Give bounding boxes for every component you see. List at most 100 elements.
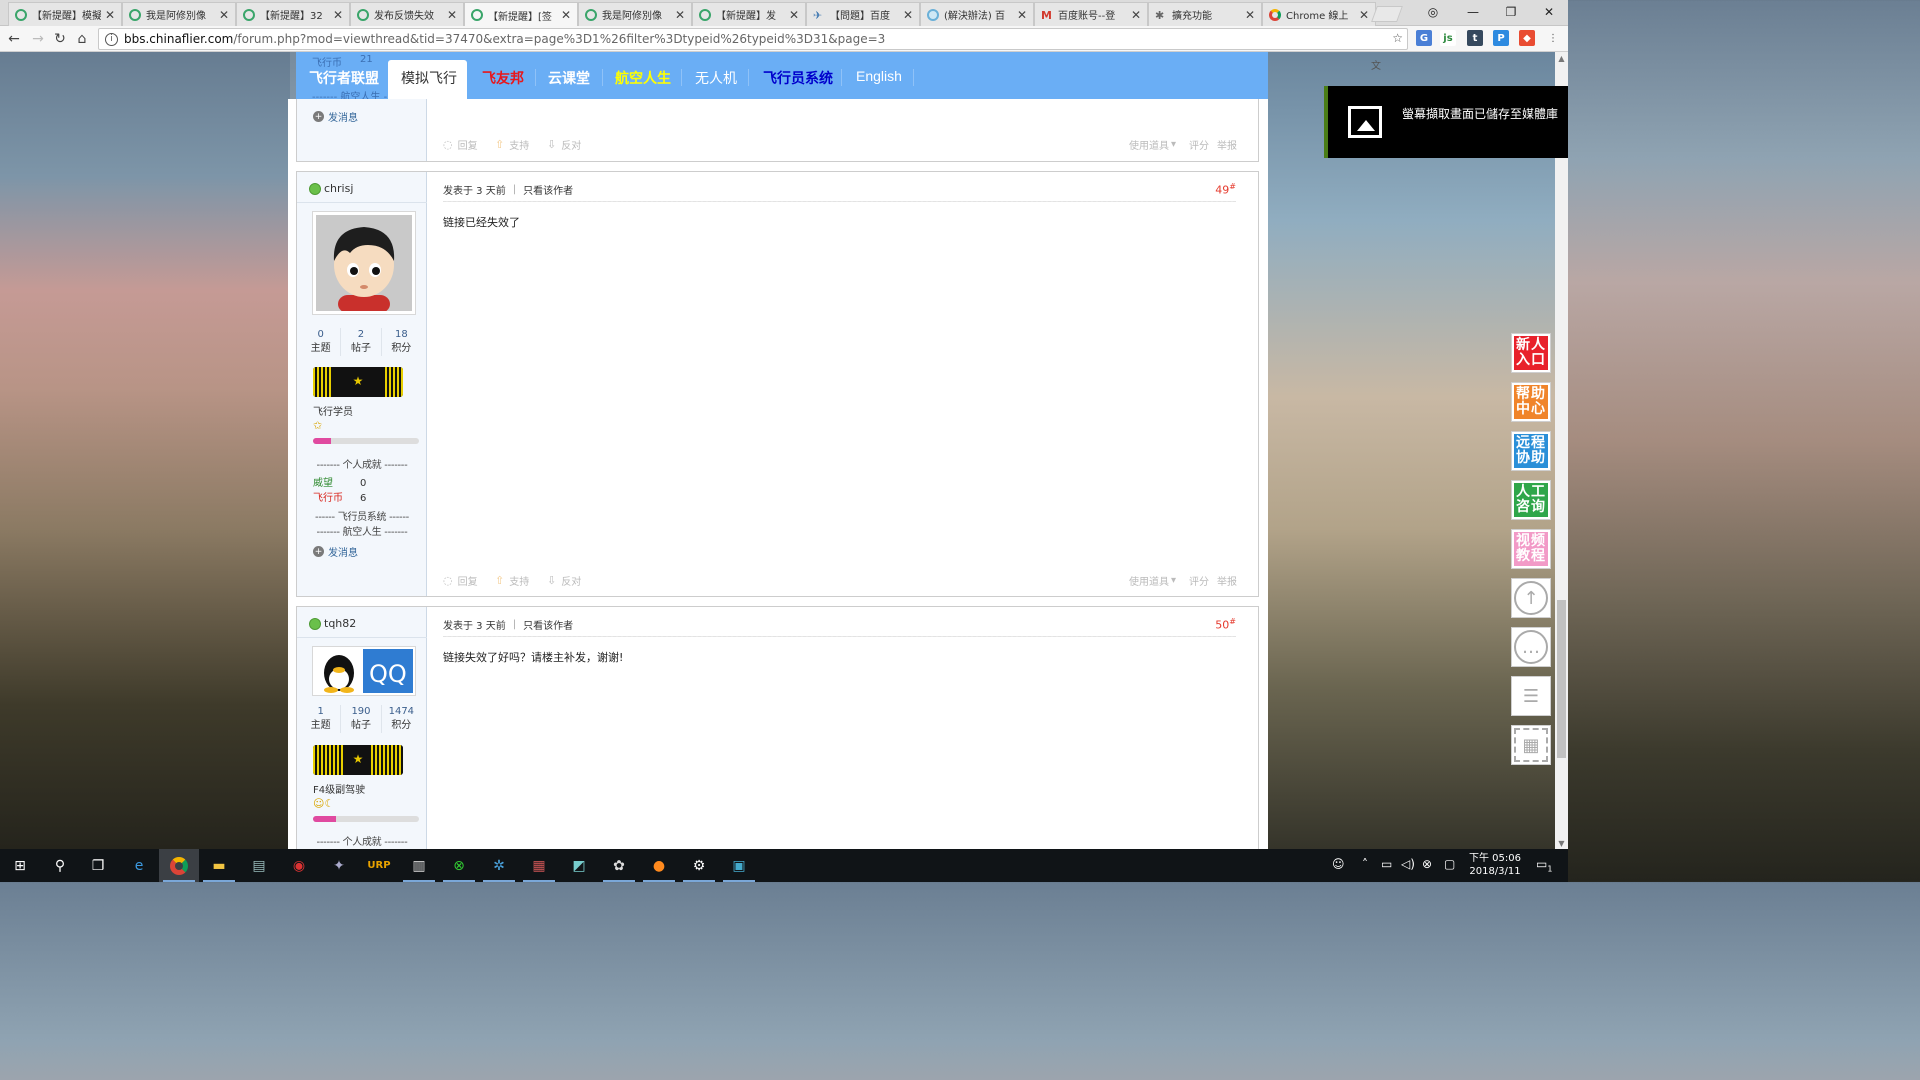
quick-reply-button[interactable]: … <box>1511 627 1551 667</box>
extension-translate-icon[interactable]: G <box>1416 30 1432 46</box>
close-tab-icon[interactable]: ✕ <box>333 8 343 22</box>
nav-item-pilot-system[interactable]: 飞行员系统 <box>763 68 833 88</box>
start-button[interactable]: ⊞ <box>0 849 40 882</box>
minimize-button[interactable]: — <box>1454 0 1492 24</box>
close-tab-icon[interactable]: ✕ <box>789 8 799 22</box>
extension-p-icon[interactable]: P <box>1493 30 1509 46</box>
report-action[interactable]: 举报 <box>1217 137 1237 152</box>
chrome-taskbar-icon[interactable] <box>159 849 199 882</box>
system-clock[interactable]: 下午 05:06 2018/3/11 <box>1462 852 1528 878</box>
settings-gear-icon[interactable]: ⚙ <box>679 849 719 882</box>
stat-posts[interactable]: 190 帖子 <box>341 705 382 733</box>
remote-assist-button[interactable]: 远程协助 <box>1511 431 1551 471</box>
nav-item-aviation-life[interactable]: 航空人生 <box>615 68 671 88</box>
report-action[interactable]: 举报 <box>1217 573 1237 588</box>
volume-icon[interactable]: ◁) <box>1401 857 1415 871</box>
home-button[interactable]: ⌂ <box>72 29 92 49</box>
stat-points[interactable]: 18 积分 <box>382 328 421 356</box>
only-author-link[interactable]: 只看该作者 <box>523 182 573 197</box>
close-tab-icon[interactable]: ✕ <box>219 8 229 22</box>
browser-tab[interactable]: (解決辦法) 百 ✕ <box>920 2 1034 26</box>
qr-code-button[interactable]: ▦ <box>1511 725 1551 765</box>
close-tab-icon[interactable]: ✕ <box>1245 8 1255 22</box>
manual-consult-button[interactable]: 人工咨询 <box>1511 480 1551 520</box>
browser-tab[interactable]: 我是阿修別像 ✕ <box>122 2 236 26</box>
floor-number[interactable]: 50# <box>1215 617 1236 632</box>
nav-item-simulation[interactable]: 模拟飞行 <box>401 68 457 88</box>
firefox-icon[interactable]: ● <box>639 849 679 882</box>
people-icon[interactable]: ☺ <box>1332 857 1345 871</box>
extension-color-icon[interactable]: ◆ <box>1519 30 1535 46</box>
nav-item-drone[interactable]: 无人机 <box>695 68 737 88</box>
xbox-icon[interactable]: ⊗ <box>439 849 479 882</box>
winrar-icon[interactable]: ▦ <box>519 849 559 882</box>
koala-icon[interactable]: ✿ <box>599 849 639 882</box>
browser-tab[interactable]: ✈ 【問題】百度 ✕ <box>806 2 920 26</box>
antivirus-icon[interactable]: ⊗ <box>1422 857 1432 871</box>
back-button[interactable]: ← <box>4 29 24 49</box>
support-action[interactable]: ⇧ 支持 <box>495 137 529 152</box>
oppose-action[interactable]: ⇩ 反对 <box>547 137 581 152</box>
reply-action[interactable]: ◌ 回复 <box>443 573 478 588</box>
nav-item-cloud-class[interactable]: 云课堂 <box>548 68 590 88</box>
browser-tab-active[interactable]: 【新提醒】[签 ✕ <box>464 2 578 27</box>
avatar[interactable]: QQ <box>312 646 416 696</box>
username[interactable]: chrisj <box>309 182 353 195</box>
stat-threads[interactable]: 0 主题 <box>301 328 342 356</box>
reload-button[interactable]: ↻ <box>50 29 70 49</box>
ime-icon[interactable]: ▢ <box>1444 857 1455 871</box>
floor-number[interactable]: 49# <box>1215 182 1236 197</box>
nav-item-feiyoubang[interactable]: 飞友邦 <box>482 68 524 88</box>
rate-action[interactable]: 评分 <box>1189 573 1209 588</box>
extension-tumblr-icon[interactable]: t <box>1467 30 1483 46</box>
scrollbar-thumb[interactable] <box>1557 600 1566 758</box>
new-tab-button[interactable] <box>1371 6 1403 22</box>
app-bird-icon[interactable]: ✦ <box>319 849 359 882</box>
scroll-up-arrow-icon[interactable]: ▲ <box>1555 52 1568 64</box>
remote-desktop-icon[interactable]: ▣ <box>719 849 759 882</box>
gear-app-icon[interactable]: ✲ <box>479 849 519 882</box>
screenshot-toast[interactable]: 螢幕擷取畫面已儲存至媒體庫 <box>1324 86 1568 158</box>
browser-tab[interactable]: M 百度账号--登 ✕ <box>1034 2 1148 26</box>
reply-action[interactable]: ◌ 回复 <box>443 137 478 152</box>
page-scrollbar[interactable]: ▲ ▼ <box>1555 52 1568 849</box>
stat-threads[interactable]: 1 主题 <box>301 705 342 733</box>
close-tab-icon[interactable]: ✕ <box>675 8 685 22</box>
forward-button[interactable]: → <box>28 29 48 49</box>
info-icon[interactable]: i <box>105 32 118 46</box>
translate-icon[interactable]: 文 <box>1368 56 1384 72</box>
browser-tab[interactable]: 我是阿修別像 ✕ <box>578 2 692 26</box>
extension-js-icon[interactable]: js <box>1440 30 1456 46</box>
oppose-action[interactable]: ⇩ 反对 <box>547 573 581 588</box>
file-explorer-icon[interactable]: ▬ <box>199 849 239 882</box>
support-action[interactable]: ⇧ 支持 <box>495 573 529 588</box>
notepad-icon[interactable]: ▥ <box>399 849 439 882</box>
menu-icon[interactable]: ⋮ <box>1545 30 1561 46</box>
rate-action[interactable]: 评分 <box>1189 137 1209 152</box>
browser-tab[interactable]: ✱ 擴充功能 ✕ <box>1148 2 1262 26</box>
profile-icon[interactable]: ◎ <box>1414 0 1452 24</box>
video-tutorial-button[interactable]: 视频教程 <box>1511 529 1551 569</box>
scroll-down-arrow-icon[interactable]: ▼ <box>1555 837 1568 849</box>
use-tools-action[interactable]: 使用道具 ▾ <box>1129 573 1176 588</box>
urp-icon[interactable]: URP <box>359 849 399 882</box>
back-to-top-button[interactable]: ↑ <box>1511 578 1551 618</box>
notification-center-icon[interactable]: ▭1 <box>1536 857 1552 873</box>
app-icon[interactable]: ▤ <box>239 849 279 882</box>
close-tab-icon[interactable]: ✕ <box>1359 8 1369 22</box>
stat-points[interactable]: 1474 积分 <box>382 705 421 733</box>
close-tab-icon[interactable]: ✕ <box>105 8 115 22</box>
restore-button[interactable]: ❐ <box>1492 0 1530 24</box>
close-tab-icon[interactable]: ✕ <box>561 8 571 22</box>
wallpaper-icon[interactable]: ◩ <box>559 849 599 882</box>
address-bar[interactable]: i bbs.chinaflier.com/forum.php?mod=viewt… <box>98 28 1408 50</box>
browser-tab[interactable]: 【新提醒】模擬 ✕ <box>8 2 122 26</box>
stat-posts[interactable]: 2 帖子 <box>341 328 382 356</box>
only-author-link[interactable]: 只看该作者 <box>523 617 573 632</box>
close-window-button[interactable]: ✕ <box>1530 0 1568 24</box>
browser-tab[interactable]: 发布反馈失效 ✕ <box>350 2 464 26</box>
nav-item-alliance[interactable]: 飞行者联盟 <box>309 68 379 88</box>
search-icon[interactable]: ⚲ <box>40 849 80 882</box>
help-center-button[interactable]: 帮助中心 <box>1511 382 1551 422</box>
netease-icon[interactable]: ◉ <box>279 849 319 882</box>
